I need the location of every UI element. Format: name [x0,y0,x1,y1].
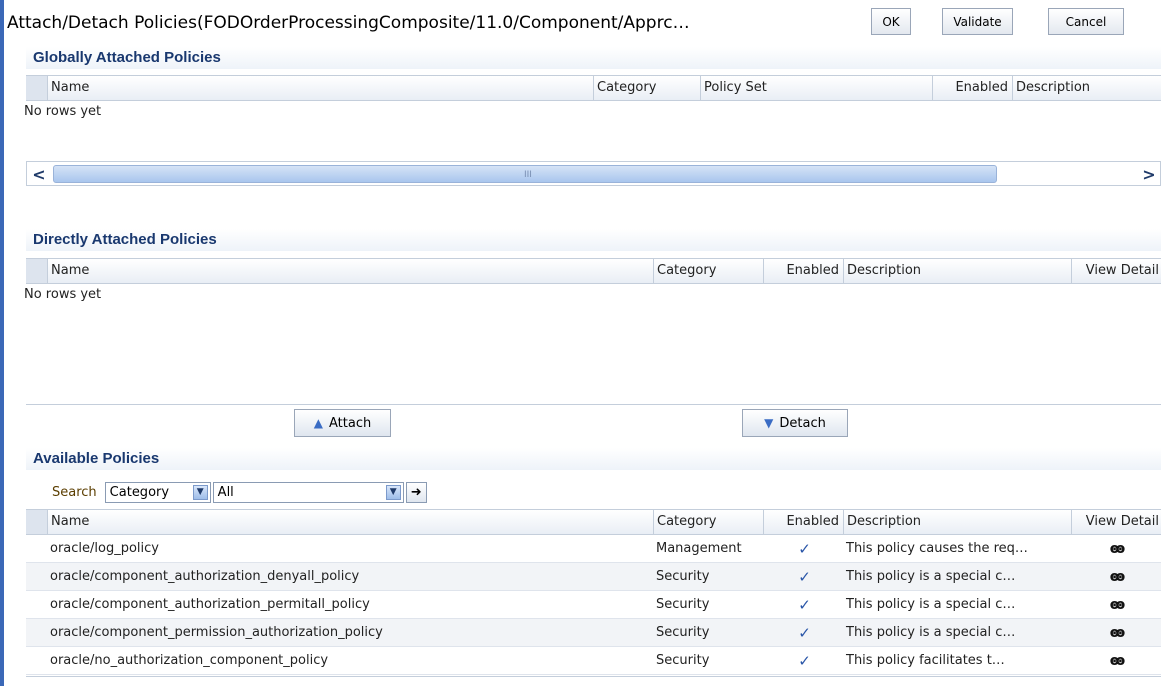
view-detail-glasses-icon[interactable]: ꙭ [1071,591,1161,619]
scrollbar-grip-icon: III [524,170,532,180]
policy-name: oracle/log_policy [50,541,159,556]
search-field-value: Category [109,484,170,500]
policy-category: Management [656,541,742,556]
search-label: Search [52,484,97,500]
globally-attached-title: Globally Attached Policies [26,47,1161,69]
column-header-enabled[interactable]: Enabled [763,510,843,534]
globally-empty-text: No rows yet [24,104,102,119]
scroll-right-icon[interactable]: > [1140,165,1158,184]
policy-name: oracle/component_authorization_denyall_p… [50,569,360,584]
policy-category: Security [656,653,710,668]
column-header-category[interactable]: Category [653,510,763,534]
column-header-policy-set[interactable]: Policy Set [700,76,932,100]
chevron-down-icon[interactable]: ▼ [192,484,208,500]
row-selector-header [26,259,47,283]
column-header-name[interactable]: Name [47,76,593,100]
directly-attached-table: Name Category Enabled Description View D… [26,258,1161,405]
policy-category: Security [656,625,710,640]
horizontal-scrollbar[interactable]: < III > [26,161,1161,186]
row-selector-header [26,76,47,100]
column-header-category[interactable]: Category [653,259,763,283]
search-row: Search Category ▼ All ▼ ➜ [52,481,427,503]
detach-label: Detach [779,415,826,431]
column-header-name[interactable]: Name [47,259,653,283]
column-header-description[interactable]: Description [843,510,1071,534]
checkmark-icon: ✓ [798,596,811,614]
table-row[interactable]: oracle/no_authorization_component_policy… [26,647,1161,675]
validate-button[interactable]: Validate [942,8,1013,35]
triangle-down-icon: ▼ [764,416,774,430]
table-header: Name Category Enabled Description View D… [26,258,1161,284]
policy-description: This policy is a special c… [846,625,1016,640]
column-header-name[interactable]: Name [47,510,653,534]
cancel-button[interactable]: Cancel [1048,8,1124,35]
column-header-view-detail[interactable]: View Detail [1071,510,1161,534]
directly-attached-title: Directly Attached Policies [26,229,1161,251]
attach-label: Attach [329,415,372,431]
column-header-enabled[interactable]: Enabled [763,259,843,283]
go-arrow-icon[interactable]: ➜ [405,481,427,503]
table-row[interactable]: oracle/component_authorization_denyall_p… [26,563,1161,591]
column-header-category[interactable]: Category [593,76,700,100]
policy-category: Security [656,597,710,612]
category-value: All [217,484,234,500]
ok-button[interactable]: OK [871,8,911,35]
view-detail-glasses-icon[interactable]: ꙭ [1071,647,1161,675]
column-header-description[interactable]: Description [1012,76,1161,100]
checkmark-icon: ✓ [798,652,811,670]
available-policies-table: Name Category Enabled Description View D… [26,509,1161,677]
view-detail-glasses-icon[interactable]: ꙭ [1071,619,1161,647]
available-policies-title: Available Policies [26,448,1161,470]
globally-attached-table: Name Category Policy Set Enabled Descrip… [26,75,1161,162]
column-header-description[interactable]: Description [843,259,1071,283]
search-field-select[interactable]: Category ▼ [104,481,211,503]
policy-description: This policy causes the req… [846,541,1028,556]
checkmark-icon: ✓ [798,540,811,558]
policy-category: Security [656,569,710,584]
policy-description: This policy is a special c… [846,569,1016,584]
table-row[interactable]: oracle/component_authorization_permitall… [26,591,1161,619]
checkmark-icon: ✓ [798,568,811,586]
table-header: Name Category Enabled Description View D… [26,509,1161,535]
attach-button[interactable]: ▲ Attach [294,409,391,437]
triangle-up-icon: ▲ [313,416,323,430]
checkmark-icon: ✓ [798,624,811,642]
dialog-title: Attach/Detach Policies(FODOrderProcessin… [7,13,690,33]
directly-empty-text: No rows yet [24,287,102,302]
category-value-select[interactable]: All ▼ [212,481,404,503]
policy-description: This policy is a special c… [846,597,1016,612]
policy-name: oracle/component_permission_authorizatio… [50,625,383,640]
column-header-enabled[interactable]: Enabled [932,76,1012,100]
policy-name: oracle/component_authorization_permitall… [50,597,370,612]
detach-button[interactable]: ▼ Detach [742,409,848,437]
table-row[interactable]: oracle/log_policy Management ✓ This poli… [26,535,1161,563]
view-detail-glasses-icon[interactable]: ꙭ [1071,535,1161,563]
policy-name: oracle/no_authorization_component_policy [50,653,329,668]
chevron-down-icon[interactable]: ▼ [385,484,401,500]
column-header-view-detail[interactable]: View Detail [1071,259,1161,283]
view-detail-glasses-icon[interactable]: ꙭ [1071,563,1161,591]
table-row[interactable]: oracle/component_permission_authorizatio… [26,619,1161,647]
table-header: Name Category Policy Set Enabled Descrip… [26,75,1161,101]
scroll-left-icon[interactable]: < [30,165,48,184]
window-left-border [0,0,4,686]
scrollbar-thumb[interactable]: III [53,165,997,183]
row-selector-header [26,510,47,534]
policy-description: This policy facilitates t… [846,653,1005,668]
